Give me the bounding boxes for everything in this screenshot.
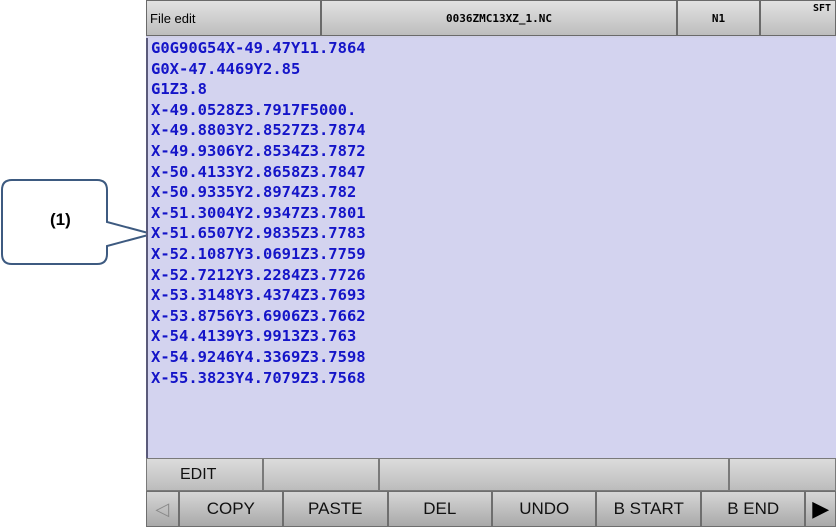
filename-display: 0036ZMC13XZ_1.NC (321, 0, 677, 36)
code-line[interactable]: X-49.9306Y2.8534Z3.7872 (148, 141, 836, 162)
code-line[interactable]: X-52.1087Y3.0691Z3.7759 (148, 244, 836, 265)
shift-indicator: SFT (760, 0, 836, 36)
code-line[interactable]: X-53.3148Y3.4374Z3.7693 (148, 285, 836, 306)
callout-bubble (0, 176, 160, 268)
status-field-2 (263, 458, 379, 491)
softkey-bar: ◁ COPY PASTE DEL UNDO B START B END ▶ (146, 491, 836, 527)
edit-mode-status: EDIT (146, 458, 263, 491)
sequence-number: N1 (677, 0, 760, 36)
code-line[interactable]: X-53.8756Y3.6906Z3.7662 (148, 306, 836, 327)
cnc-screen: File edit 0036ZMC13XZ_1.NC N1 SFT G0G90G… (146, 0, 836, 527)
status-bar: EDIT (146, 458, 836, 491)
title-bar: File edit 0036ZMC13XZ_1.NC N1 SFT (146, 0, 836, 38)
status-field-4 (729, 458, 836, 491)
block-start-button[interactable]: B START (596, 491, 701, 527)
delete-button[interactable]: DEL (387, 491, 492, 527)
code-line[interactable]: X-51.3004Y2.9347Z3.7801 (148, 203, 836, 224)
next-page-icon[interactable]: ▶ (805, 491, 836, 527)
code-line[interactable]: X-50.4133Y2.8658Z3.7847 (148, 162, 836, 183)
code-line[interactable]: G0G90G54X-49.47Y11.7864 (148, 38, 836, 59)
program-editor[interactable]: G0G90G54X-49.47Y11.7864 G0X-47.4469Y2.85 G… (146, 38, 836, 458)
callout-label: (1) (50, 210, 71, 229)
code-line[interactable]: X-52.7212Y3.2284Z3.7726 (148, 265, 836, 286)
code-line[interactable]: X-49.0528Z3.7917F5000. (148, 100, 836, 121)
paste-button[interactable]: PASTE (283, 491, 388, 527)
copy-button[interactable]: COPY (178, 491, 284, 527)
code-line[interactable]: G0X-47.4469Y2.85 (148, 59, 836, 80)
code-line[interactable]: X-54.4139Y3.9913Z3.763 (148, 326, 836, 347)
code-line[interactable]: G1Z3.8 (148, 79, 836, 100)
undo-button[interactable]: UNDO (492, 491, 597, 527)
code-line[interactable]: X-50.9335Y2.8974Z3.782 (148, 182, 836, 203)
block-end-button[interactable]: B END (700, 491, 806, 527)
status-field-3 (379, 458, 729, 491)
prev-page-icon[interactable]: ◁ (146, 491, 179, 527)
code-line[interactable]: X-49.8803Y2.8527Z3.7874 (148, 120, 836, 141)
mode-title: File edit (146, 0, 321, 36)
code-line[interactable]: X-54.9246Y4.3369Z3.7598 (148, 347, 836, 368)
code-line[interactable]: X-51.6507Y2.9835Z3.7783 (148, 223, 836, 244)
callout-shape (1, 179, 156, 265)
code-line[interactable]: X-55.3823Y4.7079Z3.7568 (148, 368, 836, 389)
